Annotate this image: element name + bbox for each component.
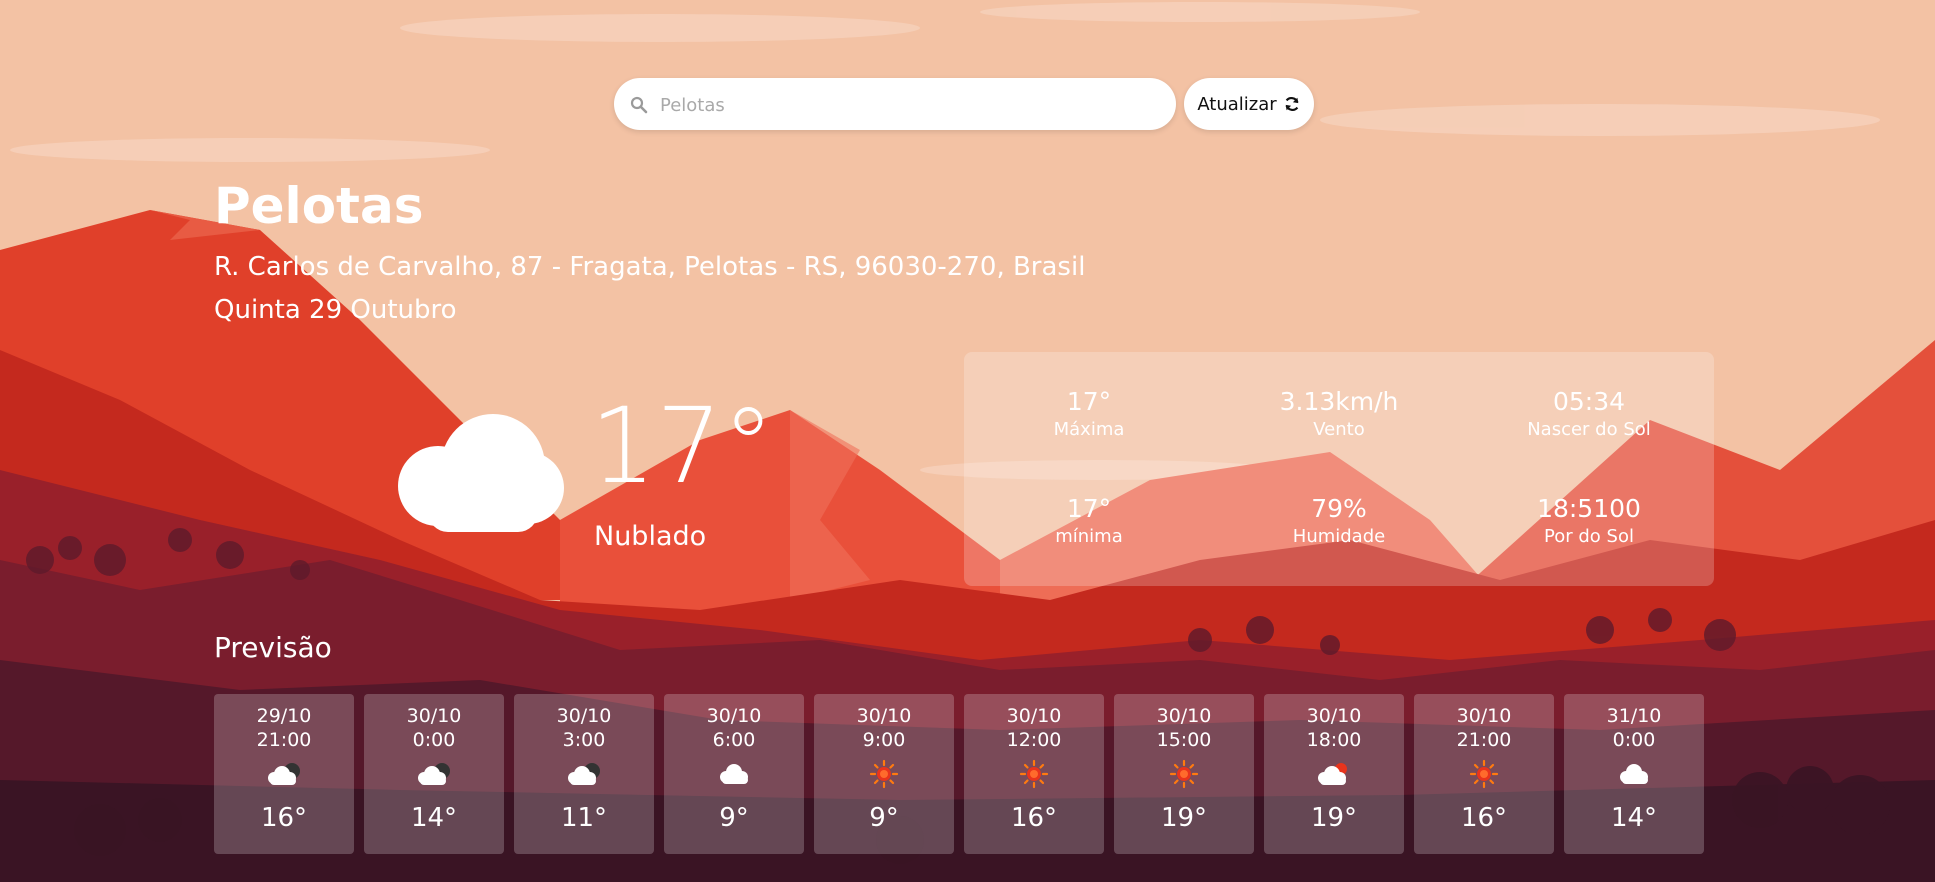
- humidity-label: Humidade: [1292, 526, 1386, 547]
- forecast-date: 30/10: [1306, 705, 1362, 727]
- max-temp-value: 17°: [1066, 387, 1112, 416]
- forecast-date: 30/10: [1006, 705, 1062, 727]
- forecast-time: 3:00: [562, 729, 606, 751]
- forecast-title: Previsão: [214, 631, 332, 664]
- forecast-date: 30/10: [706, 705, 762, 727]
- forecast-time: 21:00: [256, 729, 312, 751]
- refresh-icon: [1285, 97, 1299, 111]
- stat-min: 17° mínima: [964, 493, 1214, 549]
- weather-stats-panel: 17° Máxima 3.13km/h Vento 05:34 Nascer d…: [964, 352, 1714, 586]
- stat-humidity: 79% Humidade: [1214, 493, 1464, 549]
- forecast-card: 30/10 3:00 11°: [514, 694, 654, 854]
- search-input[interactable]: [658, 88, 1162, 122]
- forecast-temperature: 16°: [260, 803, 308, 833]
- forecast-time: 0:00: [412, 729, 456, 751]
- forecast-date: 30/10: [1156, 705, 1212, 727]
- sunset-label: Por do Sol: [1544, 526, 1634, 547]
- stat-sunrise: 05:34 Nascer do Sol: [1464, 386, 1714, 442]
- cloud-icon: [398, 414, 564, 532]
- forecast-card: 30/10 15:00 19°: [1114, 694, 1254, 854]
- cloud-moon-icon: [264, 757, 304, 791]
- forecast-date: 29/10: [256, 705, 312, 727]
- forecast-temperature: 14°: [1610, 803, 1658, 833]
- forecast-card: 30/10 12:00 16°: [964, 694, 1104, 854]
- forecast-date: 30/10: [406, 705, 462, 727]
- cloud-moon-icon: [564, 757, 604, 791]
- forecast-temperature: 11°: [560, 803, 608, 833]
- forecast-date: 31/10: [1606, 705, 1662, 727]
- forecast-date: 30/10: [1456, 705, 1512, 727]
- stat-sunset: 18:5100 Por do Sol: [1464, 493, 1714, 549]
- weather-condition: Nublado: [594, 521, 707, 552]
- stat-wind: 3.13km/h Vento: [1214, 386, 1464, 442]
- search-bar[interactable]: [614, 78, 1176, 130]
- sunrise-label: Nascer do Sol: [1527, 419, 1651, 440]
- forecast-card: 30/10 0:00 14°: [364, 694, 504, 854]
- forecast-card: 30/10 21:00 16°: [1414, 694, 1554, 854]
- forecast-card: 30/10 18:00 19°: [1264, 694, 1404, 854]
- forecast-time: 15:00: [1156, 729, 1212, 751]
- forecast-list: 29/10 21:00 16° 30/10 0:00 14° 30/10 3:00 11°…: [214, 694, 1704, 854]
- min-temp-value: 17°: [1066, 494, 1112, 523]
- refresh-button[interactable]: Atualizar: [1184, 78, 1314, 130]
- address: R. Carlos de Carvalho, 87 - Fragata, Pel…: [214, 252, 1086, 282]
- forecast-temperature: 9°: [719, 803, 749, 833]
- cloud-sun-icon: [1314, 757, 1354, 791]
- humidity-value: 79%: [1311, 494, 1367, 523]
- current-temperature: 17°: [590, 385, 775, 507]
- forecast-date: 30/10: [556, 705, 612, 727]
- current-date: Quinta 29 Outubro: [214, 295, 457, 325]
- min-temp-label: mínima: [1055, 526, 1123, 547]
- cloud-icon: [1614, 757, 1654, 791]
- city-title: Pelotas: [214, 177, 424, 235]
- forecast-card: 30/10 9:00 9°: [814, 694, 954, 854]
- forecast-card: 30/10 6:00 9°: [664, 694, 804, 854]
- sun-icon: [1464, 757, 1504, 791]
- refresh-button-label: Atualizar: [1197, 93, 1277, 115]
- forecast-temperature: 14°: [410, 803, 458, 833]
- forecast-time: 9:00: [862, 729, 906, 751]
- sunrise-value: 05:34: [1552, 387, 1626, 416]
- forecast-time: 18:00: [1306, 729, 1362, 751]
- sunset-value: 18:5100: [1537, 494, 1641, 523]
- max-temp-label: Máxima: [1053, 419, 1125, 440]
- wind-label: Vento: [1313, 419, 1365, 440]
- sun-icon: [1014, 757, 1054, 791]
- forecast-date: 30/10: [856, 705, 912, 727]
- forecast-temperature: 19°: [1310, 803, 1358, 833]
- forecast-time: 12:00: [1006, 729, 1062, 751]
- forecast-temperature: 9°: [869, 803, 899, 833]
- forecast-temperature: 16°: [1460, 803, 1508, 833]
- search-icon: [630, 96, 648, 114]
- cloud-icon: [714, 757, 754, 791]
- forecast-card: 29/10 21:00 16°: [214, 694, 354, 854]
- forecast-card: 31/10 0:00 14°: [1564, 694, 1704, 854]
- forecast-time: 21:00: [1456, 729, 1512, 751]
- forecast-temperature: 16°: [1010, 803, 1058, 833]
- wind-value: 3.13km/h: [1279, 387, 1399, 416]
- sun-icon: [864, 757, 904, 791]
- cloud-moon-icon: [414, 757, 454, 791]
- forecast-time: 0:00: [1612, 729, 1656, 751]
- stat-max: 17° Máxima: [964, 386, 1214, 442]
- forecast-temperature: 19°: [1160, 803, 1208, 833]
- sun-icon: [1164, 757, 1204, 791]
- forecast-time: 6:00: [712, 729, 756, 751]
